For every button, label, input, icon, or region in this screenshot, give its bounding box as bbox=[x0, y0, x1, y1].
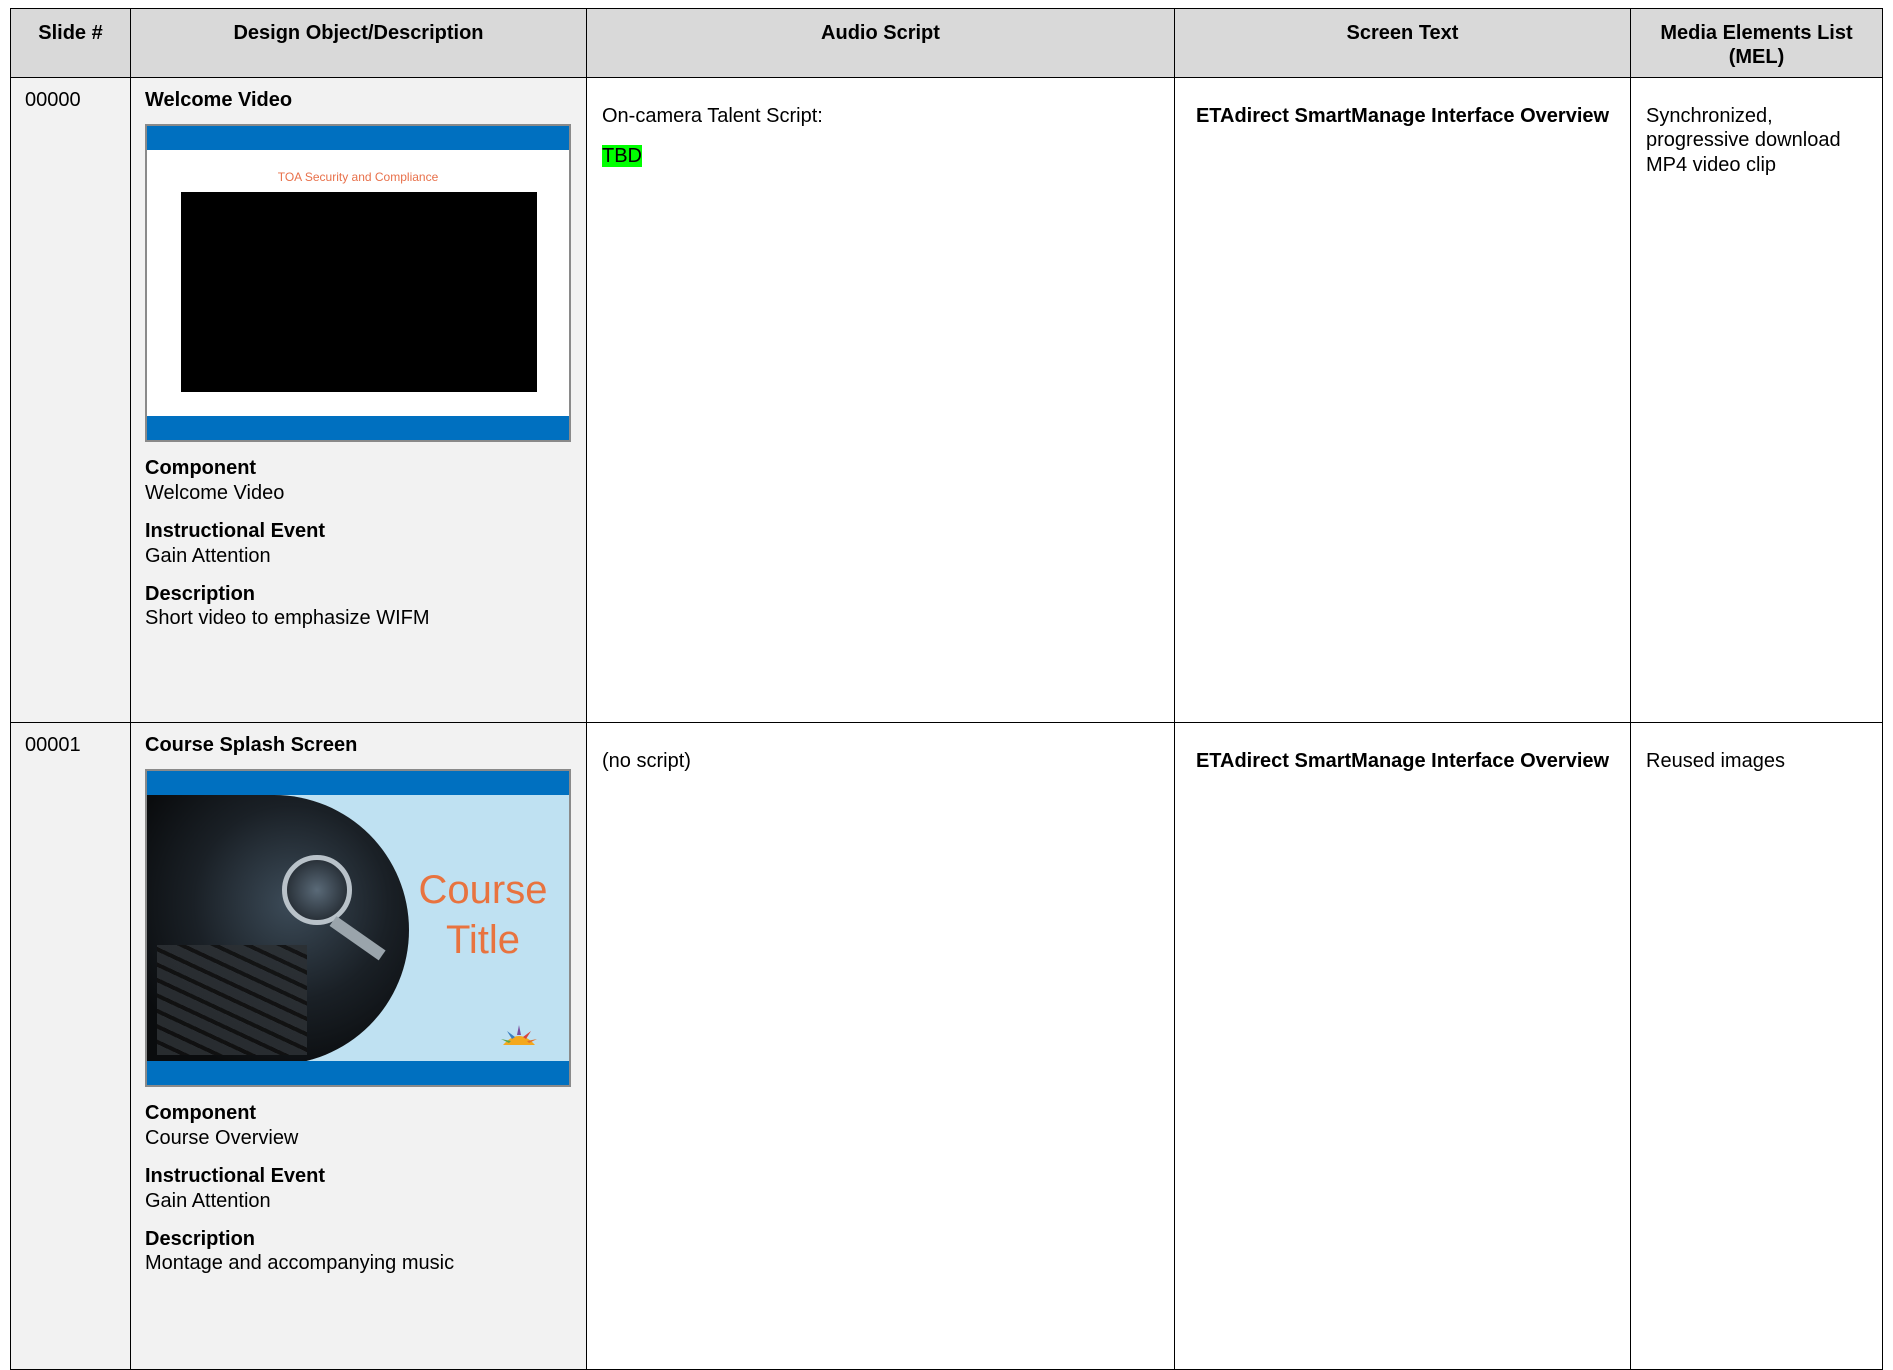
component-block: Component Welcome Video bbox=[145, 456, 572, 505]
table-row: 00000 Welcome Video TOA Security and Com… bbox=[10, 77, 1883, 723]
splash-title-line1: Course bbox=[418, 868, 548, 913]
description-label: Description bbox=[145, 1227, 256, 1250]
course-splash-thumbnail: Course Title bbox=[145, 769, 571, 1088]
instructional-event-value: Gain Attention bbox=[145, 1189, 271, 1212]
design-title: Welcome Video bbox=[145, 89, 293, 111]
header-row: Slide # Design Object/Description Audio … bbox=[10, 8, 1883, 78]
design-object-cell: Welcome Video TOA Security and Complianc… bbox=[130, 77, 587, 723]
component-label: Component bbox=[145, 1102, 257, 1125]
component-label: Component bbox=[145, 457, 257, 480]
instructional-event-value: Gain Attention bbox=[145, 544, 271, 567]
table-row: 00001 Course Splash Screen Course Title bbox=[10, 722, 1883, 1370]
splash-title-line2: Title bbox=[445, 918, 521, 963]
media-elements-cell: Synchronized, progressive download MP4 v… bbox=[1630, 77, 1883, 723]
magnifier-laptop-image bbox=[147, 795, 409, 1066]
magnifier-handle bbox=[329, 916, 386, 961]
description-label: Description bbox=[145, 582, 256, 605]
slide-number-cell: 00000 bbox=[10, 77, 131, 723]
audio-highlight-tbd: TBD bbox=[602, 145, 642, 168]
header-audio-script: Audio Script bbox=[586, 8, 1175, 78]
design-title: Course Splash Screen bbox=[145, 734, 358, 756]
description-value: Short video to emphasize WIFM bbox=[145, 607, 430, 630]
audio-script-cell: (no script) bbox=[586, 722, 1175, 1370]
header-slide-number: Slide # bbox=[10, 8, 131, 78]
component-block: Component Course Overview bbox=[145, 1101, 572, 1150]
media-elements-cell: Reused images bbox=[1630, 722, 1883, 1370]
instructional-event-block: Instructional Event Gain Attention bbox=[145, 519, 572, 568]
header-design-object: Design Object/Description bbox=[130, 8, 587, 78]
description-value: Montage and accompanying music bbox=[145, 1252, 455, 1275]
keyboard-graphic bbox=[157, 945, 307, 1056]
audio-script-cell: On-camera Talent Script: TBD bbox=[586, 77, 1175, 723]
audio-intro: On-camera Talent Script: bbox=[602, 105, 823, 127]
audio-intro: (no script) bbox=[602, 750, 691, 772]
instructional-event-label: Instructional Event bbox=[145, 1165, 326, 1188]
magnifying-glass-icon bbox=[282, 855, 352, 926]
storyboard-table: Slide # Design Object/Description Audio … bbox=[10, 8, 1883, 1370]
description-block: Description Montage and accompanying mus… bbox=[145, 1227, 572, 1276]
instructional-event-label: Instructional Event bbox=[145, 520, 326, 543]
thumbnail-bottom-bar bbox=[147, 1061, 569, 1086]
video-placeholder bbox=[181, 192, 537, 393]
header-media-elements: Media Elements List (MEL) bbox=[1630, 8, 1883, 78]
slide-number-cell: 00001 bbox=[10, 722, 131, 1370]
design-object-cell: Course Splash Screen Course Title Compon… bbox=[130, 722, 587, 1370]
component-value: Course Overview bbox=[145, 1126, 299, 1149]
thumbnail-bottom-bar bbox=[147, 416, 569, 441]
thumbnail-caption: TOA Security and Compliance bbox=[277, 170, 439, 185]
screen-text-cell: ETAdirect SmartManage Interface Overview bbox=[1174, 722, 1631, 1370]
welcome-video-thumbnail: TOA Security and Compliance bbox=[145, 124, 571, 443]
instructional-event-block: Instructional Event Gain Attention bbox=[145, 1164, 572, 1213]
header-screen-text: Screen Text bbox=[1174, 8, 1631, 78]
component-value: Welcome Video bbox=[145, 481, 285, 504]
screen-text-cell: ETAdirect SmartManage Interface Overview bbox=[1174, 77, 1631, 723]
description-block: Description Short video to emphasize WIF… bbox=[145, 582, 572, 631]
thumbnail-top-bar bbox=[147, 771, 569, 796]
splash-course-title: Course Title bbox=[403, 865, 563, 965]
sunburst-logo-icon bbox=[501, 1025, 537, 1046]
thumbnail-top-bar bbox=[147, 126, 569, 151]
